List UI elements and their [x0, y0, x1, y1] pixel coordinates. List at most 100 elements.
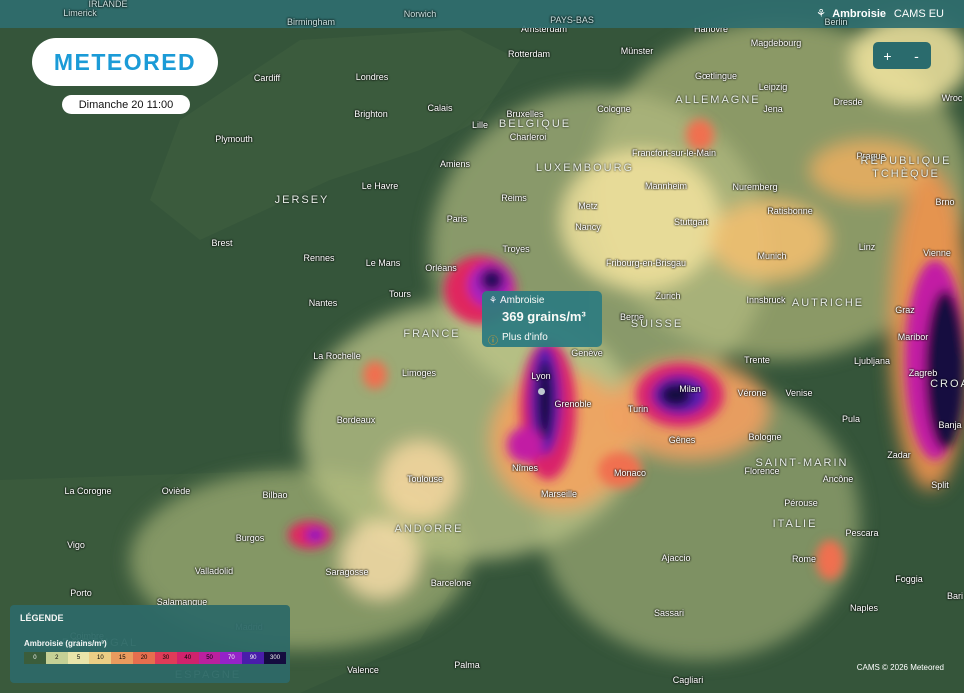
country-label: JERSEY: [274, 194, 330, 206]
legend-swatch: 10: [89, 652, 112, 664]
country-label: ANDORRE: [394, 523, 464, 535]
ambroisie-icon: ⚘: [816, 8, 826, 20]
zoom-out-button[interactable]: -: [902, 42, 931, 69]
city-label: Zadar: [887, 450, 911, 460]
city-label: Reims: [501, 193, 527, 203]
city-label: Bilbao: [262, 490, 288, 500]
city-label: Split: [931, 480, 949, 490]
city-label: Brno: [935, 197, 955, 207]
city-label: Francfort-sur-le-Main: [631, 148, 717, 158]
city-label: Ajaccio: [661, 553, 691, 563]
city-label: Limoges: [401, 368, 437, 378]
city-label: Bari: [946, 591, 964, 601]
city-label: Vigo: [67, 540, 85, 550]
city-label: Mannheim: [644, 181, 688, 191]
info-icon: ⓘ: [488, 336, 498, 347]
legend-swatch: 70: [220, 652, 243, 664]
city-label: Cologne: [597, 104, 631, 114]
city-label: Trente: [744, 355, 770, 365]
date-pill[interactable]: Dimanche 20 11:00: [62, 95, 190, 114]
city-label: Orléans: [425, 263, 457, 273]
city-label: Pula: [841, 414, 861, 424]
city-label: Linz: [858, 242, 876, 252]
country-label: RÉPUBLIQUE: [860, 155, 952, 167]
city-label: Turin: [627, 404, 649, 414]
city-label: Nuremberg: [732, 182, 778, 192]
city-label: Brighton: [354, 109, 388, 119]
city-label: Cardiff: [253, 73, 281, 83]
country-label: FRANCE: [403, 328, 461, 340]
legend-panel: LÉGENDE Ambroisie (grains/m³) 0 2 5 10 15 20 3…: [10, 605, 290, 683]
zoom-in-button[interactable]: +: [873, 42, 902, 69]
more-info-link[interactable]: Plus d'info: [502, 332, 548, 343]
city-label: Wroc: [941, 93, 963, 103]
city-label: Rome: [791, 554, 817, 564]
city-label: Leipzig: [758, 82, 788, 92]
city-label: Cagliari: [672, 675, 704, 685]
city-label: Sassari: [653, 608, 685, 618]
country-label: AUTRICHE: [791, 297, 865, 309]
city-label: Rotterdam: [507, 49, 551, 59]
city-label: Münster: [620, 46, 654, 56]
city-label: Gœtlingue: [694, 71, 738, 81]
country-label: TCHÈQUE: [872, 168, 940, 180]
country-label: LUXEMBOURG: [535, 162, 635, 174]
city-label: Nîmes: [511, 463, 539, 473]
city-label: Calais: [427, 103, 453, 113]
city-label: Norwich: [403, 9, 437, 19]
legend-title: LÉGENDE: [20, 613, 64, 623]
city-label: Lille: [471, 120, 489, 130]
city-label: Tours: [388, 289, 412, 299]
legend-swatch: 40: [176, 652, 199, 664]
popup-value: 369 grains/m³: [502, 309, 586, 324]
city-label: Amiens: [439, 159, 471, 169]
legend-swatch: 50: [198, 652, 221, 664]
city-label: Limerick: [63, 8, 97, 18]
city-label: Paris: [446, 214, 468, 224]
city-label: Venise: [785, 388, 813, 398]
city-label: Magdebourg: [750, 38, 802, 48]
city-label: Pescara: [845, 528, 879, 538]
city-label: Brest: [211, 238, 233, 248]
city-label: Porto: [70, 588, 92, 598]
city-label: Charleroi: [509, 132, 547, 142]
city-label: PAYS-BAS: [550, 15, 594, 25]
city-label: Genève: [571, 348, 603, 358]
meteored-logo[interactable]: METEORED: [32, 38, 218, 86]
city-label: Marseille: [540, 489, 578, 499]
city-label: Ratisbonne: [767, 206, 813, 216]
city-label: Milan: [679, 384, 701, 394]
legend-subtitle: Ambroisie (grains/m³): [24, 639, 107, 648]
legend-swatch: 90: [242, 652, 265, 664]
legend-swatch: 0: [24, 652, 46, 664]
legend-scale: 0 2 5 10 15 20 30 40 50 70 90 300: [24, 652, 286, 664]
source-label[interactable]: CAMS EU: [894, 8, 944, 20]
city-label: Jena: [763, 104, 783, 114]
city-label: Rennes: [303, 253, 335, 263]
popup-title: Ambroisie: [500, 295, 545, 306]
legend-swatch: 2: [45, 652, 68, 664]
legend-swatch: 15: [111, 652, 134, 664]
country-label: ITALIE: [772, 518, 818, 530]
location-marker[interactable]: [538, 388, 545, 395]
city-label: Plymouth: [215, 134, 253, 144]
city-label: Banja: [938, 420, 962, 430]
city-label: Le Mans: [365, 258, 401, 268]
city-label: Naples: [849, 603, 879, 613]
country-label: BELGIQUE: [498, 118, 572, 130]
country-label: SAINT-MARIN: [755, 457, 849, 469]
city-label: Bologne: [748, 432, 782, 442]
city-label: Innsbruck: [746, 295, 786, 305]
city-label: Ljubljana: [853, 356, 891, 366]
ambroisie-icon: ⚘: [489, 295, 498, 305]
city-label: Valence: [347, 665, 379, 675]
city-label: Lyon: [531, 371, 551, 381]
city-label: Oviède: [161, 486, 191, 496]
city-label: Graz: [895, 305, 915, 315]
legend-swatch: 300: [264, 652, 286, 664]
layer-name: Ambroisie: [832, 8, 886, 20]
city-label: Londres: [355, 72, 389, 82]
zoom-controls: + -: [873, 42, 931, 69]
city-label: Metz: [578, 201, 598, 211]
city-label: Ancône: [822, 474, 854, 484]
